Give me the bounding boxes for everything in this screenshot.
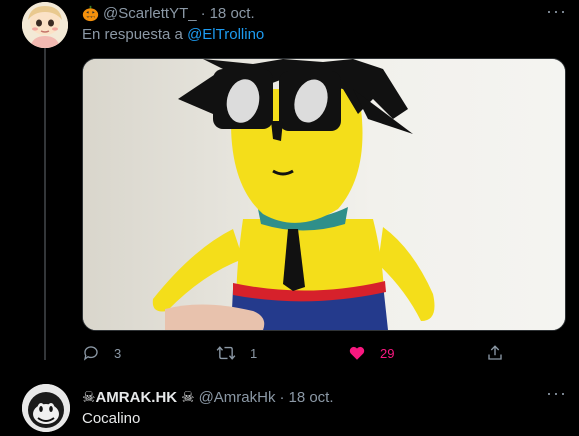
- avatar[interactable]: [22, 384, 70, 432]
- tweet-header: @ScarlettYT_ · 18 oct.: [82, 4, 255, 22]
- tweet-text: Cocalino: [82, 410, 141, 427]
- more-icon[interactable]: ···: [546, 2, 567, 20]
- pumpkin-emoji-icon: [82, 5, 99, 21]
- skull-emoji-icon: ☠: [181, 389, 195, 406]
- reply-prefix: En respuesta a: [82, 26, 183, 43]
- share-button[interactable]: [486, 342, 518, 364]
- avatar[interactable]: [22, 2, 68, 48]
- avatar-image: [22, 2, 68, 48]
- reply-icon: [83, 346, 98, 361]
- retweet-count: 1: [250, 345, 258, 361]
- reply-count: 3: [114, 345, 122, 361]
- tweet-actions: 3 1 29: [82, 342, 512, 364]
- tweet-date[interactable]: 18 oct.: [210, 5, 255, 22]
- author-handle[interactable]: @ScarlettYT_: [103, 5, 197, 22]
- like-button[interactable]: 29: [348, 342, 394, 364]
- heart-icon: [349, 346, 365, 360]
- separator-dot: ·: [200, 4, 206, 22]
- plush-doll-photo: [83, 59, 565, 330]
- separator-dot: ·: [279, 388, 285, 406]
- tweet-date[interactable]: 18 oct.: [288, 389, 333, 406]
- tweet-header: ☠ AMRAK.HK ☠ @AmrakHk · 18 oct.: [82, 388, 334, 407]
- retweet-button[interactable]: 1: [216, 342, 257, 364]
- reply-button[interactable]: 3: [82, 342, 121, 364]
- reply-context: En respuesta a @ElTrollino: [82, 26, 264, 43]
- like-count: 29: [380, 345, 395, 361]
- share-icon: [488, 345, 502, 360]
- reply-mention-link[interactable]: @ElTrollino: [187, 26, 264, 43]
- skull-emoji-icon: ☠: [82, 389, 96, 406]
- tweet-photo[interactable]: [82, 58, 566, 331]
- more-icon[interactable]: ···: [546, 384, 567, 402]
- author-handle[interactable]: @AmrakHk: [199, 389, 276, 406]
- thread-connector-line: [44, 48, 46, 360]
- author-display-name[interactable]: AMRAK.HK: [95, 389, 177, 406]
- retweet-icon: [216, 346, 236, 360]
- avatar-image: [22, 384, 70, 432]
